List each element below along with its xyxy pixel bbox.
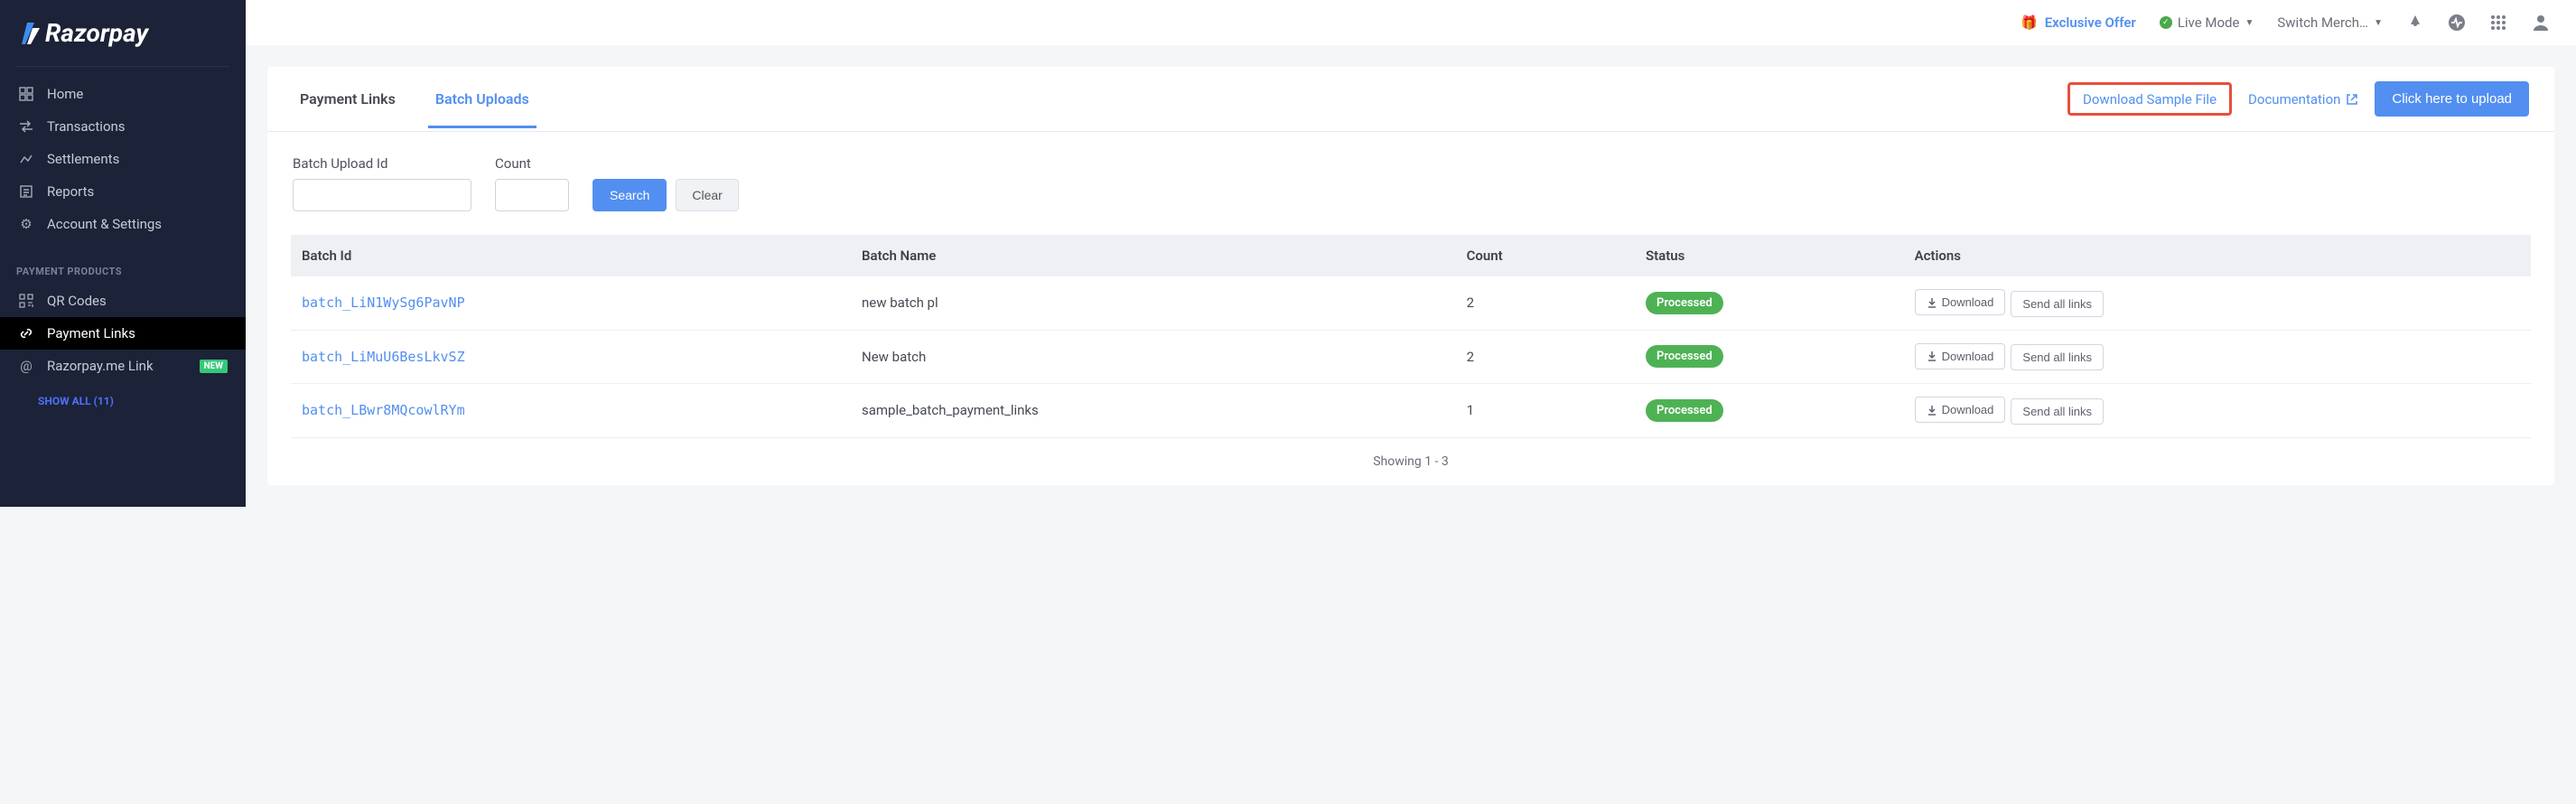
batch-id-link[interactable]: batch_LBwr8MQcowlRYm <box>302 402 465 418</box>
new-badge: NEW <box>200 360 228 373</box>
batch-name-cell: sample_batch_payment_links <box>851 384 1456 438</box>
send-all-links-button[interactable]: Send all links <box>2011 398 2104 425</box>
divider <box>16 66 229 67</box>
sidebar-item-label: Home <box>47 86 83 102</box>
table-row: batch_LBwr8MQcowlRYm sample_batch_payment… <box>291 384 2531 438</box>
upload-button[interactable]: Click here to upload <box>2375 81 2529 117</box>
tabs: Payment Links Batch Uploads Download Sam… <box>267 67 2554 132</box>
chevron-down-icon: ▼ <box>2245 18 2254 28</box>
qr-icon <box>18 293 34 309</box>
sidebar-item-account-settings[interactable]: ⚙ Account & Settings <box>0 208 246 240</box>
count-label: Count <box>495 155 569 172</box>
col-actions: Actions <box>1904 235 2531 276</box>
sidebar-item-transactions[interactable]: Transactions <box>0 110 246 143</box>
clear-button[interactable]: Clear <box>676 179 738 211</box>
switch-merchant-dropdown[interactable]: Switch Merch… ▼ <box>2277 14 2383 31</box>
profile-icon[interactable] <box>2531 13 2551 33</box>
sidebar-item-razorpay-me[interactable]: @ Razorpay.me Link NEW <box>0 350 246 382</box>
sidebar-item-settlements[interactable]: Settlements <box>0 143 246 175</box>
sidebar-item-label: Payment Links <box>47 325 135 341</box>
at-icon: @ <box>18 358 34 374</box>
check-circle-icon: ✓ <box>2160 16 2172 29</box>
search-button[interactable]: Search <box>593 179 667 211</box>
home-icon <box>18 86 34 102</box>
col-batch-id: Batch Id <box>291 235 851 276</box>
tab-batch-uploads[interactable]: Batch Uploads <box>428 70 537 128</box>
brand-name: Razorpay <box>45 18 148 48</box>
showing-text: Showing 1 - 3 <box>267 438 2554 485</box>
status-badge: Processed <box>1646 292 1723 314</box>
table-row: batch_LiMuU6BesLkvSZ New batch2 Processed D… <box>291 330 2531 384</box>
status-badge: Processed <box>1646 345 1723 368</box>
batch-name-cell: new batch pl <box>851 276 1456 330</box>
main: 🎁 Exclusive Offer ✓ Live Mode ▼ Switch M… <box>246 0 2576 507</box>
sidebar: Razorpay Home Transactions Settlements R… <box>0 0 246 507</box>
logo[interactable]: Razorpay <box>0 0 246 59</box>
live-mode-label: Live Mode <box>2178 14 2240 31</box>
notifications-icon[interactable] <box>2406 14 2424 32</box>
sidebar-item-home[interactable]: Home <box>0 78 246 110</box>
col-count: Count <box>1456 235 1635 276</box>
content-card: Payment Links Batch Uploads Download Sam… <box>267 67 2554 485</box>
sidebar-item-label: Razorpay.me Link <box>47 358 154 374</box>
sidebar-item-label: QR Codes <box>47 293 107 309</box>
download-button[interactable]: Download <box>1915 397 2006 423</box>
col-batch-name: Batch Name <box>851 235 1456 276</box>
transactions-icon <box>18 118 34 135</box>
status-badge: Processed <box>1646 399 1723 422</box>
sidebar-item-payment-links[interactable]: Payment Links <box>0 317 246 350</box>
download-button[interactable]: Download <box>1915 343 2006 369</box>
show-all-link[interactable]: SHOW ALL (11) <box>0 382 246 420</box>
download-icon <box>1927 351 1937 361</box>
external-link-icon <box>2346 93 2358 106</box>
settlements-icon <box>18 151 34 167</box>
sidebar-section-title: PAYMENT PRODUCTS <box>0 251 246 285</box>
live-mode-toggle[interactable]: ✓ Live Mode ▼ <box>2160 14 2254 31</box>
col-status: Status <box>1635 235 1904 276</box>
sidebar-item-label: Settlements <box>47 151 119 167</box>
offer-label: Exclusive Offer <box>2045 14 2136 31</box>
apps-grid-icon[interactable] <box>2489 14 2507 32</box>
tab-payment-links[interactable]: Payment Links <box>293 70 403 128</box>
documentation-link[interactable]: Documentation <box>2248 91 2358 108</box>
link-icon <box>18 325 34 341</box>
sidebar-item-label: Reports <box>47 183 94 200</box>
count-cell: 1 <box>1456 384 1635 438</box>
download-sample-file-link[interactable]: Download Sample File <box>2067 82 2232 116</box>
batch-upload-id-input[interactable] <box>293 179 471 211</box>
table-row: batch_LiN1WySg6PavNP new batch pl2 Process… <box>291 276 2531 330</box>
razorpay-logo-icon <box>22 23 42 44</box>
count-cell: 2 <box>1456 276 1635 330</box>
batch-id-link[interactable]: batch_LiMuU6BesLkvSZ <box>302 349 465 365</box>
reports-icon <box>18 183 34 200</box>
sidebar-item-qr-codes[interactable]: QR Codes <box>0 285 246 317</box>
download-icon <box>1927 297 1937 308</box>
download-sample-label: Download Sample File <box>2083 91 2217 108</box>
sidebar-item-reports[interactable]: Reports <box>0 175 246 208</box>
count-input[interactable] <box>495 179 569 211</box>
batch-id-link[interactable]: batch_LiN1WySg6PavNP <box>302 294 465 311</box>
download-icon <box>1927 405 1937 416</box>
chevron-down-icon: ▼ <box>2374 18 2383 28</box>
filters: Batch Upload Id Count Search Clear <box>267 132 2554 235</box>
gear-icon: ⚙ <box>18 216 34 232</box>
sidebar-item-label: Account & Settings <box>47 216 162 232</box>
sidebar-item-label: Transactions <box>47 118 126 135</box>
activity-icon[interactable] <box>2448 14 2466 32</box>
count-cell: 2 <box>1456 330 1635 384</box>
send-all-links-button[interactable]: Send all links <box>2011 344 2104 370</box>
download-button[interactable]: Download <box>1915 289 2006 315</box>
topbar: 🎁 Exclusive Offer ✓ Live Mode ▼ Switch M… <box>246 0 2576 45</box>
exclusive-offer-link[interactable]: 🎁 Exclusive Offer <box>2021 14 2136 31</box>
batch-upload-id-label: Batch Upload Id <box>293 155 471 172</box>
batch-name-cell: New batch <box>851 330 1456 384</box>
send-all-links-button[interactable]: Send all links <box>2011 291 2104 317</box>
batch-table: Batch Id Batch Name Count Status Actions… <box>291 235 2531 438</box>
switch-merchant-label: Switch Merch… <box>2277 14 2368 31</box>
gift-icon: 🎁 <box>2021 14 2038 31</box>
documentation-label: Documentation <box>2248 91 2340 108</box>
